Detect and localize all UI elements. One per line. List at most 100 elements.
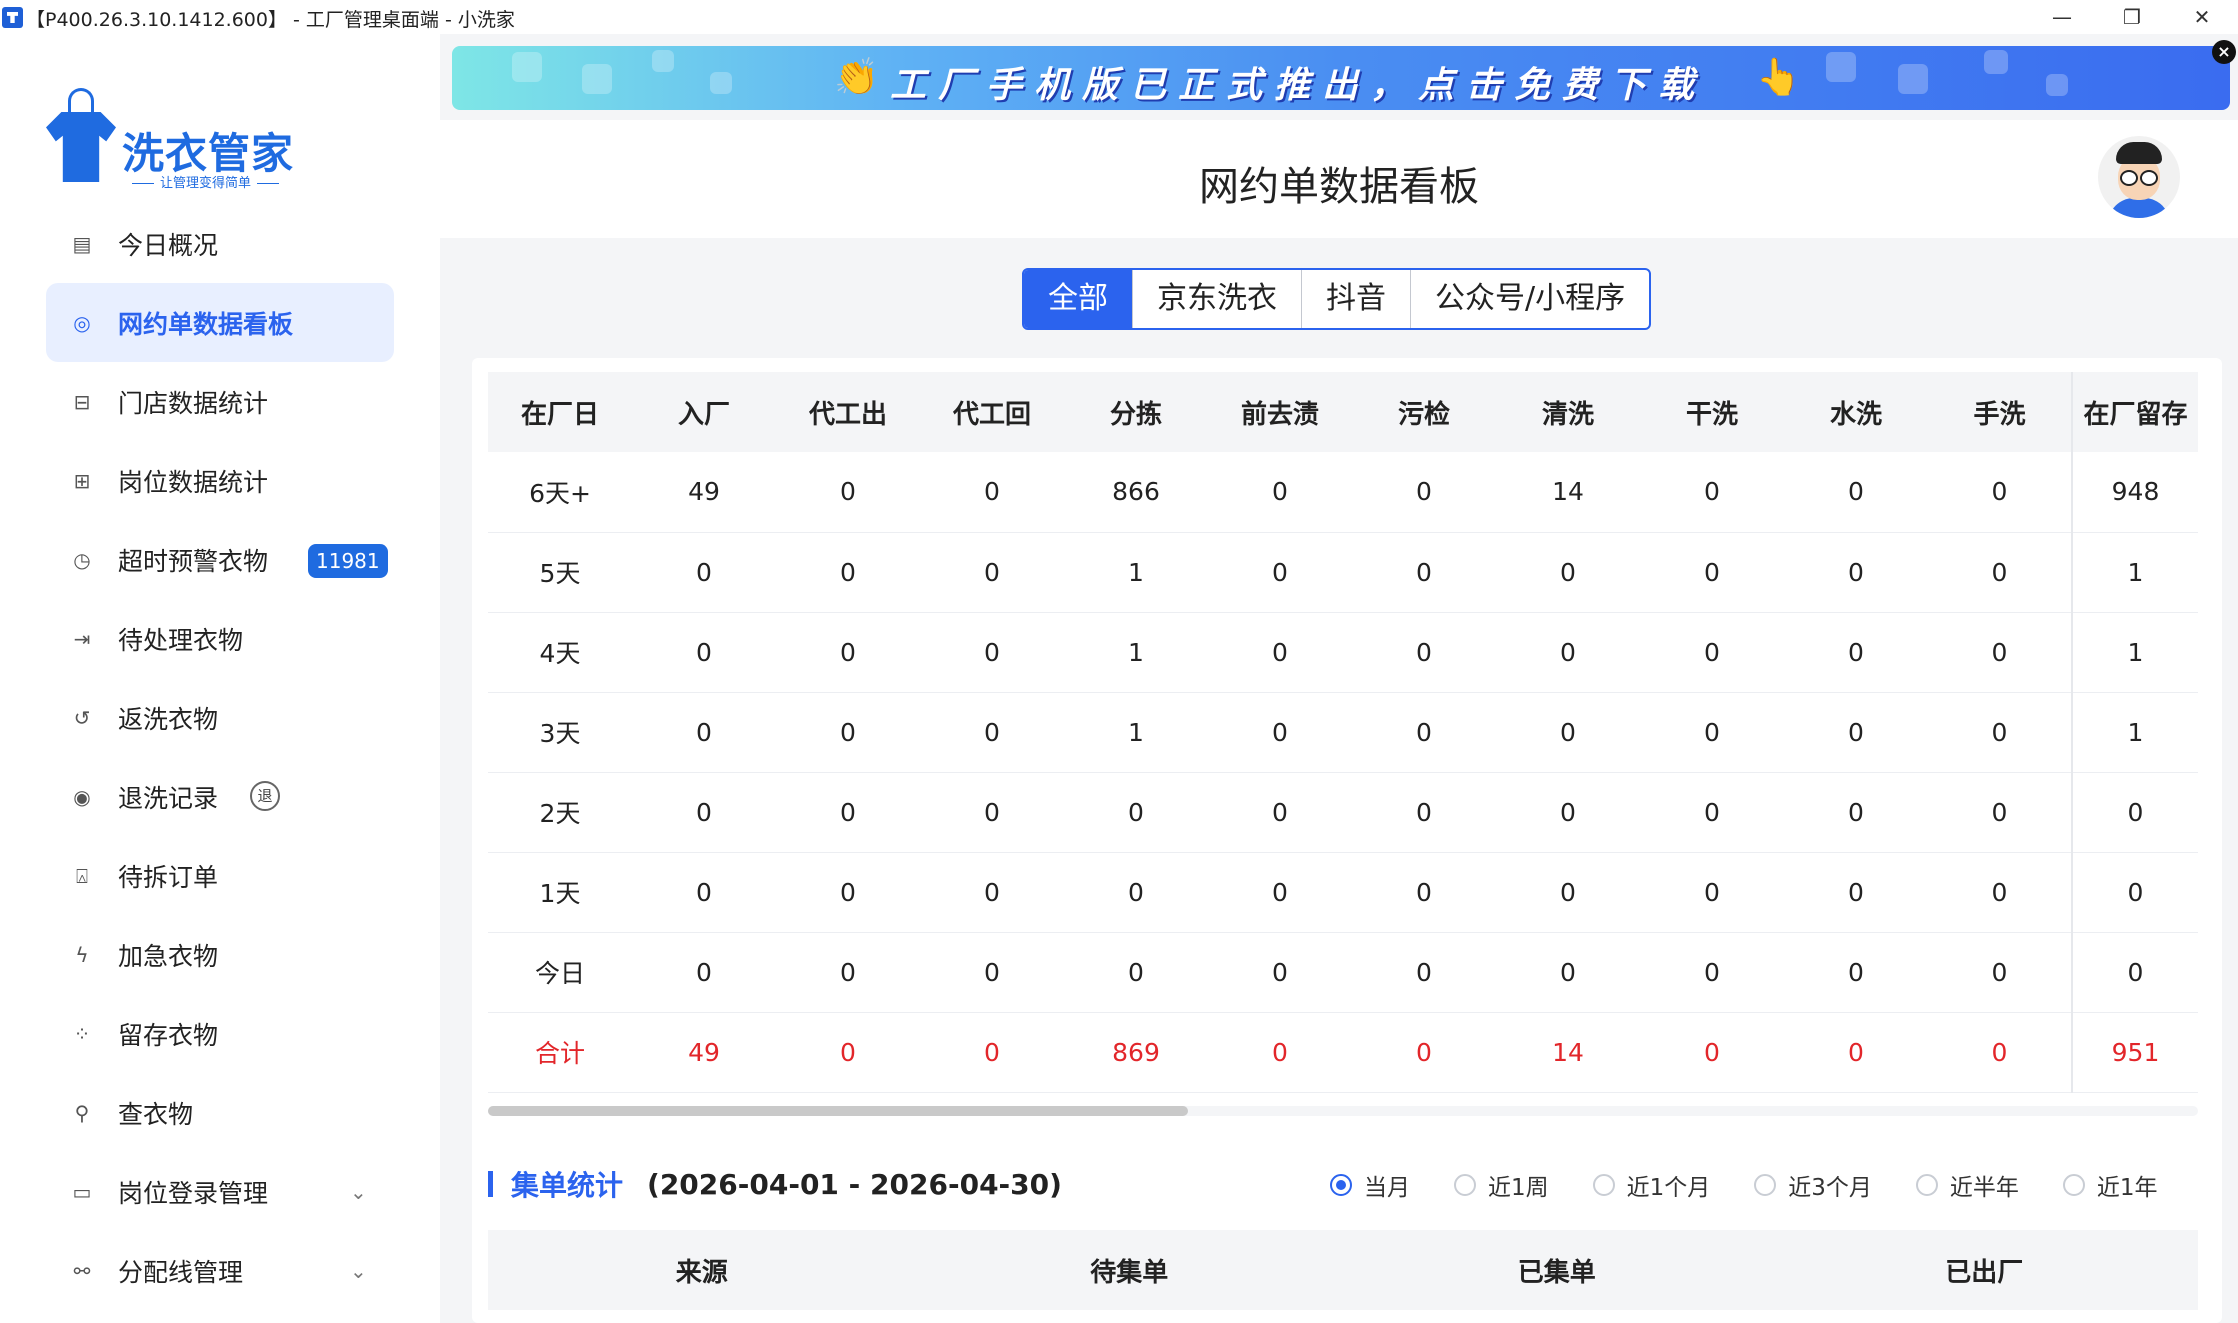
table-cell: 0 [632,692,776,773]
sidebar-item[interactable]: ϟ 加急衣物 [46,915,394,994]
radio-circle-icon[interactable] [1754,1174,1777,1196]
table-cell: 0 [1640,692,1784,773]
table-cell: 0 [1640,932,1784,1013]
table-cell: 0 [920,692,1064,773]
sidebar-item[interactable]: ◎ 网约单数据看板 [46,283,394,362]
banner-deco-icon [652,50,674,72]
sidebar-item[interactable]: ↺ 返洗衣物 [46,678,394,757]
table-cell: 0 [1784,692,1928,773]
table-cell: 0 [776,532,920,613]
period-radio[interactable]: 近1个月 [1592,1168,1710,1202]
sidebar-item[interactable]: ▭ 岗位登录管理 ⌄ [46,1152,394,1231]
column-header: 清洗 [1496,372,1640,452]
channel-tab[interactable]: 京东洗衣 [1132,270,1301,328]
restore-button[interactable]: ❐ [2098,0,2166,34]
banner-close-icon[interactable]: × [2212,40,2236,64]
channel-tab[interactable]: 抖音 [1301,270,1410,328]
sidebar-item[interactable]: ◉ 退洗记录 退 [46,757,394,836]
table-cell: 0 [776,612,920,693]
scrollbar-thumb[interactable] [488,1106,1188,1116]
table-cell: 0 [1784,852,1928,933]
table-cell: 0 [1496,852,1640,933]
pending-icon: ⇥ [73,626,91,651]
column-header: 手洗 [1928,372,2072,452]
table-row: 2天 0 0 0 0 0 0 0 0 0 0 0 [488,772,2198,853]
app-shirt-icon [2,7,23,28]
sidebar-item[interactable]: ⚯ 分配线管理 ⌄ [46,1231,394,1310]
period-radio[interactable]: 当月 [1330,1168,1410,1202]
table-cell: 0 [1352,532,1496,613]
sidebar-item[interactable]: ⇥ 待处理衣物 [46,599,394,678]
page-title: 网约单数据看板 [1199,164,1479,210]
radio-circle-icon[interactable] [1454,1174,1476,1196]
radio-circle-icon[interactable] [1592,1174,1615,1196]
calendar-icon: ▤ [72,231,92,256]
table-cell: 0 [632,612,776,693]
table-cell: 0 [1208,852,1352,933]
collect-title: 集单统计 [511,1169,624,1202]
banner-deco-icon [1984,50,2008,74]
period-radio[interactable]: 近半年 [1915,1168,2019,1202]
table-cell: 0 [776,1012,920,1093]
pointing-hand-icon: 👆 [1756,57,1801,98]
radio-circle-icon[interactable] [1915,1174,1938,1196]
sidebar-item[interactable]: ◷ 超时预警衣物 11981 [46,520,394,599]
table-cell: 0 [1352,612,1496,693]
table-cell: 49 [632,1012,776,1093]
table-cell: 4天 [488,612,632,693]
table-cell: 1 [2071,612,2198,693]
sidebar-item-label: 今日概况 [118,230,219,260]
table-cell: 0 [2071,772,2198,853]
chevron-down-icon[interactable]: ⌄ [350,1259,367,1283]
search-icon: ⚲ [74,1100,90,1125]
table-cell: 866 [1064,452,1208,533]
sidebar-item[interactable]: ⊟ 门店数据统计 [46,362,394,441]
column-header: 在厂日 [488,372,632,452]
radio-circle-icon[interactable] [2062,1174,2085,1196]
banner-deco-icon [710,72,732,94]
channel-tab[interactable]: 全部 [1024,270,1132,328]
clap-hand-icon: 👏 [834,57,879,98]
table-cell: 0 [776,452,920,533]
channel-tab[interactable]: 公众号/小程序 [1410,270,1649,328]
collect-column-header: 来源 [488,1230,916,1310]
horizontal-scrollbar[interactable] [488,1106,2198,1116]
shirt-icon [46,112,116,182]
sidebar-item[interactable]: ▤ 今日概况 [46,204,394,283]
table-cell: 869 [1064,1012,1208,1093]
table-cell: 0 [920,772,1064,853]
period-radio[interactable]: 近1周 [1454,1168,1549,1202]
table-cell: 今日 [488,932,632,1013]
storage-icon: ⁘ [73,1021,91,1046]
minimize-button[interactable]: — [2028,0,2096,34]
table-cell: 0 [1640,452,1784,533]
table-cell: 0 [920,452,1064,533]
avatar[interactable] [2098,136,2180,218]
sidebar: 洗衣管家 让管理变得简单 ▤ 今日概况 ◎ 网约单数据看板 ⊟ 门店数据统计 ⊞ 岗位数据统计… [0,34,440,1323]
radio-circle-icon[interactable] [1330,1174,1352,1196]
period-label: 近3个月 [1788,1175,1872,1201]
table-row: 6天+ 49 0 0 866 0 0 14 0 0 0 948 [488,452,2198,533]
sidebar-item[interactable]: ⁘ 留存衣物 [46,994,394,1073]
period-radio[interactable]: 近1年 [2062,1168,2158,1202]
column-header: 前去渍 [1208,372,1352,452]
table-cell: 0 [1208,532,1352,613]
logo: 洗衣管家 让管理变得简单 [46,80,293,191]
column-header: 污检 [1352,372,1496,452]
table-cell: 0 [632,932,776,1013]
sidebar-item-label: 岗位数据统计 [118,467,269,497]
sidebar-item[interactable]: ⚲ 查衣物 [46,1073,394,1152]
chevron-down-icon[interactable]: ⌄ [350,1180,367,1204]
table-row: 今日 0 0 0 0 0 0 0 0 0 0 0 [488,932,2198,1013]
sidebar-item[interactable]: ⊞ 岗位数据统计 [46,441,394,520]
table-cell: 1 [2071,532,2198,613]
column-header: 入厂 [632,372,776,452]
promo-banner[interactable]: 👏 工厂手机版已正式推出，点击免费下载 👆 [452,46,2230,110]
close-button[interactable]: ✕ [2168,0,2236,34]
table-cell: 0 [1064,852,1208,933]
table-cell: 951 [2071,1012,2198,1093]
period-radio[interactable]: 近3个月 [1754,1168,1872,1202]
sidebar-item[interactable]: ⍓ 待拆订单 [46,836,394,915]
table-cell: 0 [2071,852,2198,933]
column-header: 干洗 [1640,372,1784,452]
